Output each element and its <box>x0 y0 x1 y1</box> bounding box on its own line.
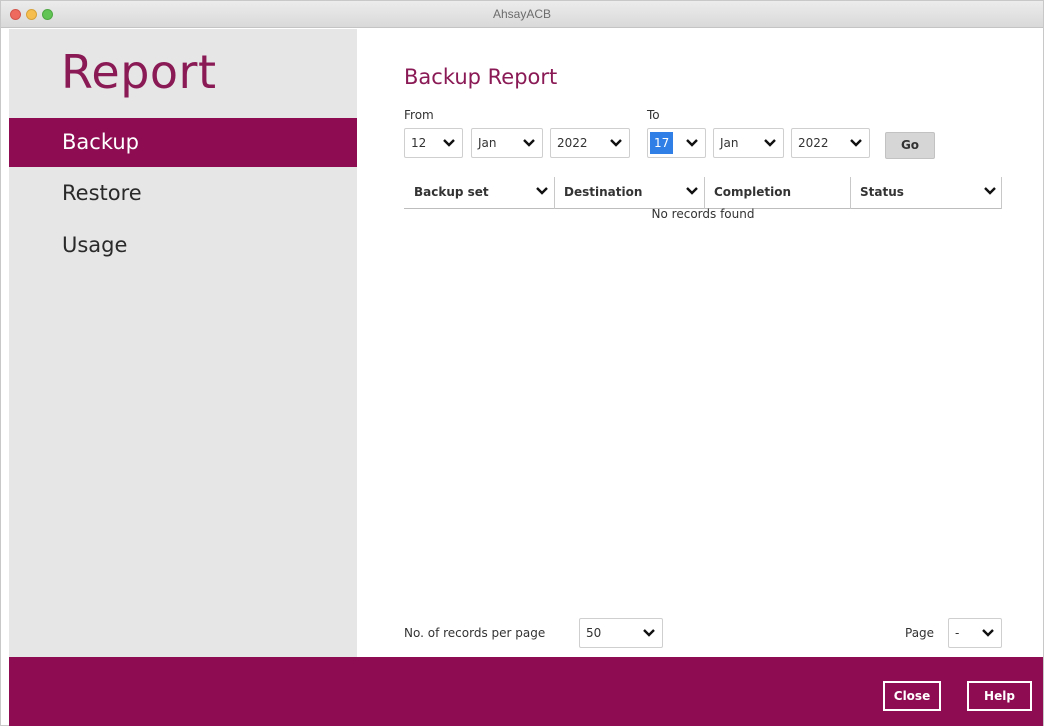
page-value: - <box>955 626 960 640</box>
to-month-select[interactable]: Jan <box>713 128 784 158</box>
from-day-value: 12 <box>411 136 427 150</box>
sidebar-item-restore[interactable]: Restore <box>9 169 357 218</box>
page-title: Backup Report <box>404 65 558 89</box>
close-button[interactable]: Close <box>883 681 941 711</box>
page-select[interactable]: - <box>948 618 1002 648</box>
column-divider <box>1001 177 1002 209</box>
to-year-select[interactable]: 2022 <box>791 128 870 158</box>
page-label: Page <box>905 626 935 640</box>
chevron-down-icon <box>685 129 699 157</box>
from-month-select[interactable]: Jan <box>471 128 543 158</box>
sidebar: Report Backup Restore Usage <box>9 29 357 657</box>
help-button[interactable]: Help <box>967 681 1032 711</box>
to-day-select[interactable]: 17 <box>647 128 706 158</box>
from-day-select[interactable]: 12 <box>404 128 463 158</box>
records-per-page-label: No. of records per page <box>404 626 546 640</box>
column-header-backup-set[interactable]: Backup set <box>404 177 554 209</box>
chevron-down-icon[interactable] <box>536 187 548 195</box>
column-label: Destination <box>564 185 643 199</box>
chevron-down-icon <box>763 129 777 157</box>
window-title: AhsayACB <box>492 7 552 21</box>
chevron-down-icon <box>642 619 656 647</box>
column-label: Completion <box>714 185 792 199</box>
chevron-down-icon[interactable] <box>686 187 698 195</box>
from-month-value: Jan <box>478 136 497 150</box>
empty-table-message: No records found <box>651 207 755 221</box>
to-label: To <box>647 108 660 122</box>
chevron-down-icon <box>849 129 863 157</box>
column-header-completion[interactable]: Completion <box>704 177 850 209</box>
table-header: Backup set Destination Completion Status <box>404 177 1002 209</box>
records-per-page-select[interactable]: 50 <box>579 618 663 648</box>
chevron-down-icon[interactable] <box>984 187 996 195</box>
from-label: From <box>404 108 434 122</box>
sidebar-title: Report <box>61 45 217 99</box>
to-year-value: 2022 <box>798 136 829 150</box>
column-header-destination[interactable]: Destination <box>554 177 704 209</box>
chevron-down-icon <box>981 619 995 647</box>
sidebar-item-usage[interactable]: Usage <box>9 221 357 270</box>
from-year-value: 2022 <box>557 136 588 150</box>
chevron-down-icon <box>522 129 536 157</box>
column-label: Status <box>860 185 904 199</box>
from-year-select[interactable]: 2022 <box>550 128 630 158</box>
go-button[interactable]: Go <box>885 132 935 159</box>
title-bar: AhsayACB <box>1 1 1043 28</box>
app-window: AhsayACB Report Backup Restore Usage Bac… <box>0 0 1044 726</box>
sidebar-item-backup[interactable]: Backup <box>9 118 357 167</box>
chevron-down-icon <box>609 129 623 157</box>
column-label: Backup set <box>414 185 489 199</box>
column-header-status[interactable]: Status <box>850 177 1002 209</box>
to-month-value: Jan <box>720 136 739 150</box>
chevron-down-icon <box>442 129 456 157</box>
records-per-page-value: 50 <box>586 626 602 640</box>
to-day-value: 17 <box>650 132 674 154</box>
